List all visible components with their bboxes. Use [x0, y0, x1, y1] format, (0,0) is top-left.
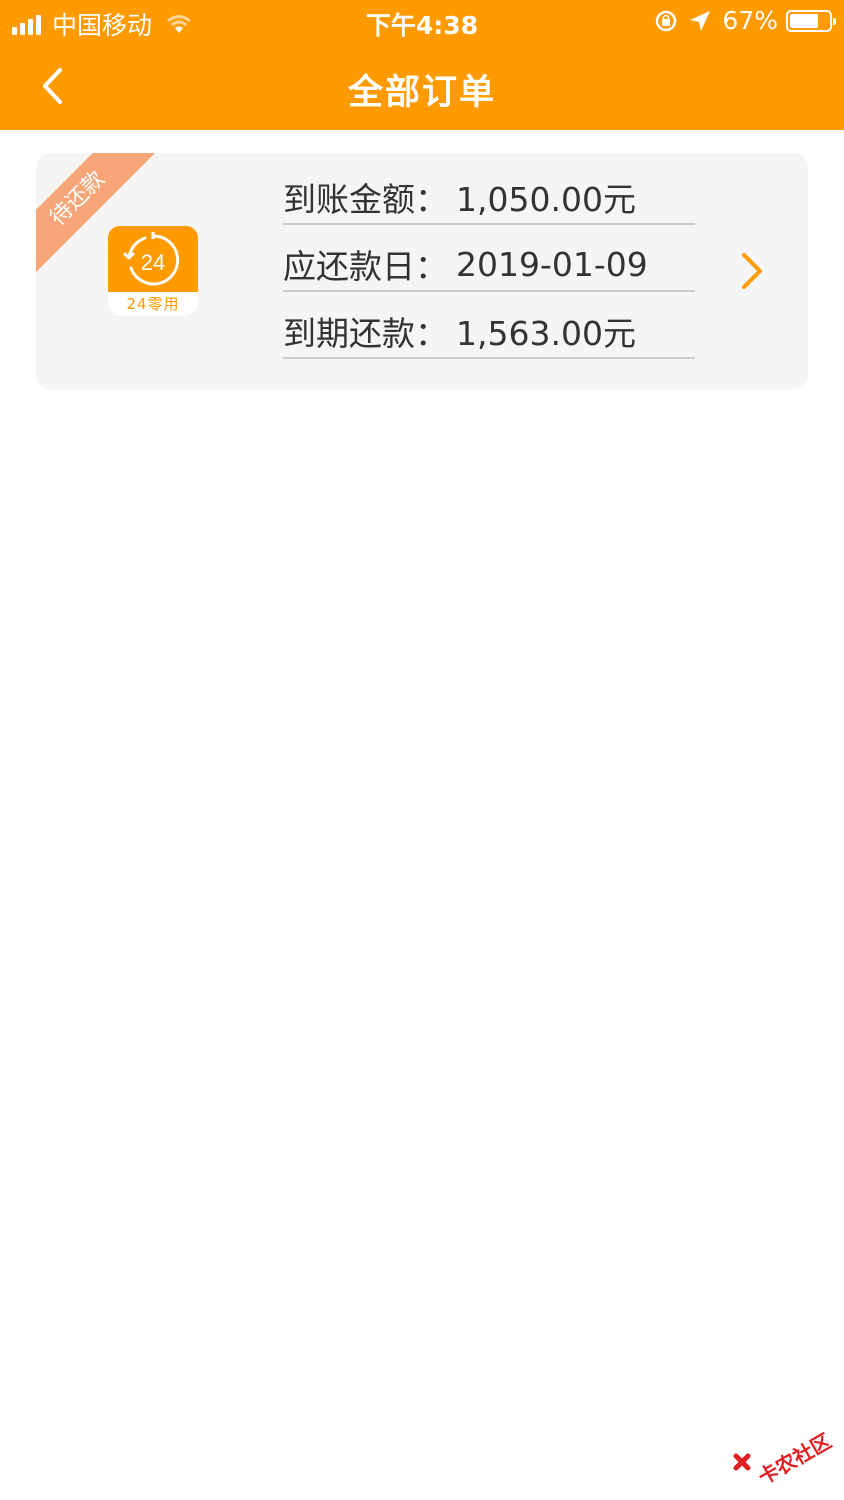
order-card[interactable]: 待还款 24 24零用 到账金额： 1,050.00元 应还款日： 2019-0… — [36, 153, 808, 389]
received-amount-row: 到账金额： 1,050.00元 — [283, 171, 695, 225]
rotation-lock-icon — [656, 10, 677, 31]
received-amount-value: 1,050.00元 — [456, 180, 636, 219]
watermark-text: 卡农社区 — [754, 1429, 835, 1486]
page-title: 全部订单 — [347, 73, 496, 113]
app-logo-number: 24 — [141, 250, 165, 275]
repayment-amount-row: 到期还款： 1,563.00元 — [283, 305, 695, 359]
order-info: 到账金额： 1,050.00元 应还款日： 2019-01-09 到期还款： 1… — [283, 171, 695, 372]
received-amount-label: 到账金额： — [283, 180, 448, 219]
header: 中国移动 下午4:38 67% 全部订单 — [0, 0, 844, 130]
due-date-row: 应还款日： 2019-01-09 — [283, 238, 695, 292]
app-logo: 24 24零用 — [108, 226, 198, 316]
clock-icon: 24 — [123, 232, 180, 286]
due-date-value: 2019-01-09 — [456, 244, 648, 284]
nav-bar: 全部订单 — [0, 42, 844, 130]
battery-percent: 67% — [722, 6, 778, 35]
repayment-amount-label: 到期还款： — [283, 314, 448, 353]
watermark-logo: 卡农社区 — [733, 1429, 835, 1486]
status-bar: 中国移动 下午4:38 67% — [0, 0, 844, 42]
location-icon — [690, 10, 711, 31]
app-name: 24零用 — [108, 292, 198, 316]
chevron-right-icon[interactable] — [736, 251, 766, 291]
battery-icon — [786, 9, 836, 32]
due-date-label: 应还款日： — [283, 247, 448, 286]
repayment-amount-value: 1,563.00元 — [456, 314, 636, 353]
